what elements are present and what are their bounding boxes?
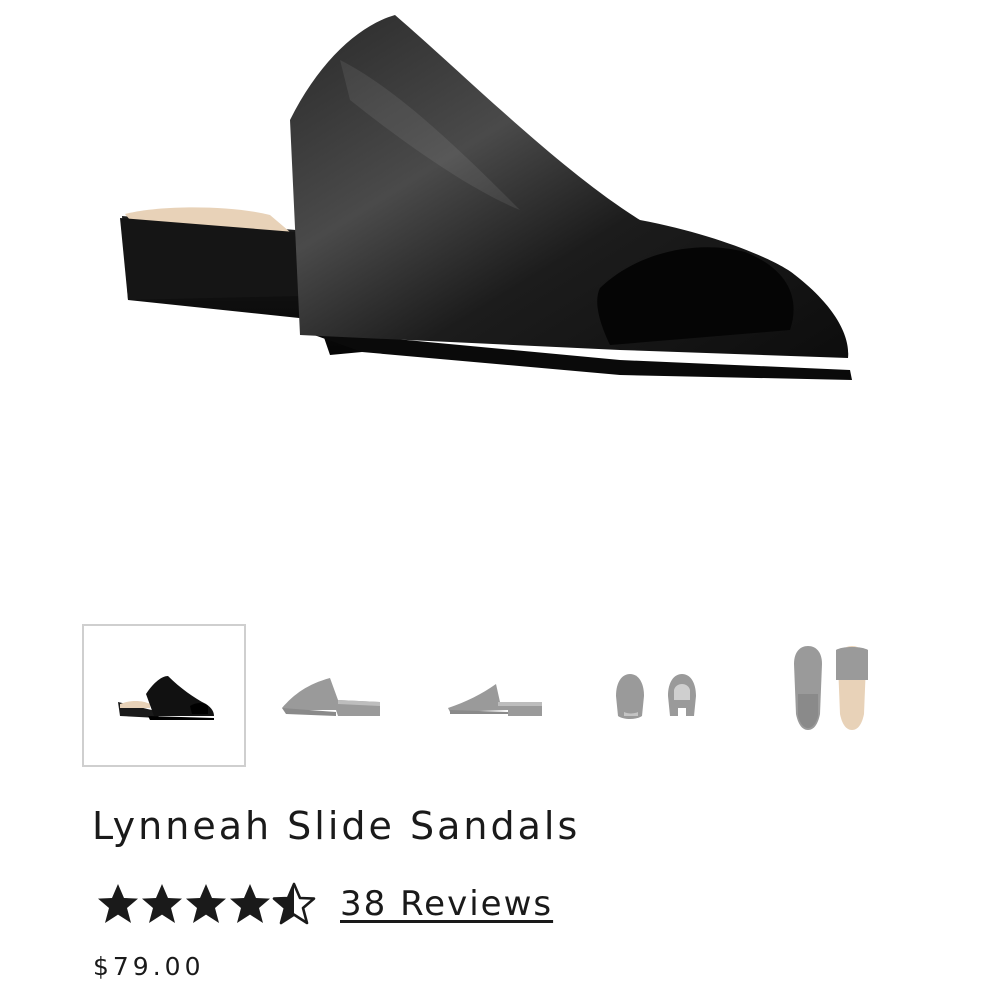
sandal-image: [120, 15, 852, 380]
thumbnail-side-view[interactable]: [82, 624, 246, 767]
star-filled-icon: [142, 884, 182, 923]
sandal-thumb-icon: [118, 676, 214, 720]
thumbnail-front-and-back-view[interactable]: [574, 624, 738, 767]
sandal-thumb-icon: [282, 678, 380, 716]
star-half-icon: [272, 882, 316, 925]
thumbnail-outer-side-view[interactable]: [246, 624, 410, 767]
thumbnail-top-view-pair[interactable]: [738, 624, 902, 767]
star-rating: [94, 880, 316, 928]
thumbnail-strip: [82, 624, 902, 767]
sandal-thumb-icon: [448, 684, 542, 716]
thumbnail-inner-side-view[interactable]: [410, 624, 574, 767]
rating-row: 38 Reviews: [94, 878, 553, 930]
reviews-link[interactable]: 38 Reviews: [340, 884, 553, 924]
star-filled-icon: [230, 884, 270, 923]
product-price: $79.00: [93, 952, 205, 981]
sandal-thumb-icon: [794, 646, 868, 730]
main-product-image: [0, 0, 1000, 600]
sandal-thumb-icon: [616, 674, 696, 719]
product-title: Lynneah Slide Sandals: [92, 804, 581, 848]
star-filled-icon: [186, 884, 226, 923]
star-filled-icon: [98, 884, 138, 923]
